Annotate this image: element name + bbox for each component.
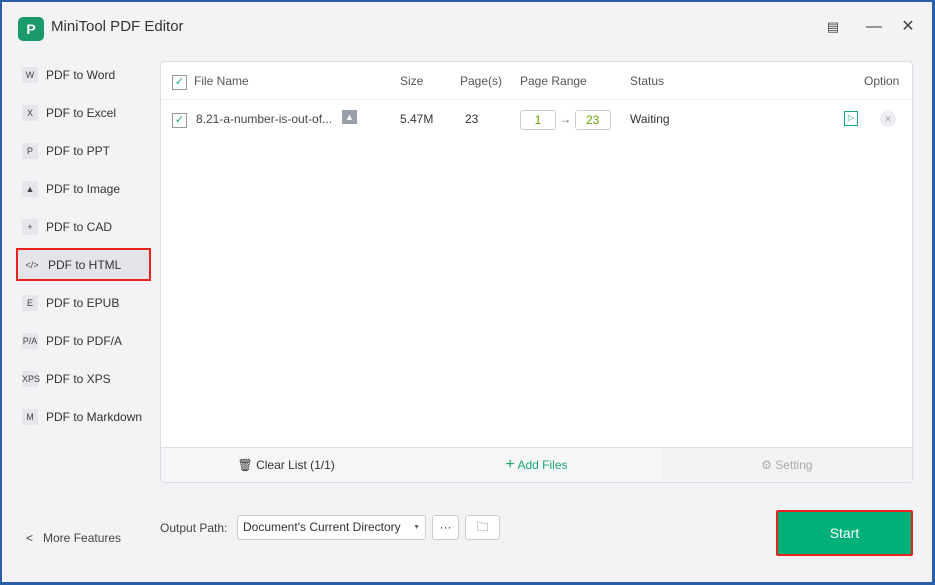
format-icon: + (22, 218, 38, 235)
sidebar-item-label: PDF to PPT (46, 143, 111, 158)
page-count: 23 (465, 112, 479, 126)
sidebar-item-pdf-to-epub[interactable]: E PDF to EPUB (16, 286, 151, 319)
sidebar-item-label: PDF to XPS (46, 371, 111, 386)
chevron-left-icon: < (26, 531, 34, 545)
add-files-button[interactable]: + Add Files (411, 448, 661, 482)
sidebar-item-label: PDF to HTML (48, 257, 122, 272)
output-path-select[interactable]: Document's Current Directory ▼ (237, 515, 426, 540)
file-status: Waiting (630, 112, 670, 126)
sidebar-item-pdf-to-word[interactable]: W PDF to Word (16, 58, 151, 91)
add-files-label: Add Files (517, 458, 568, 472)
file-size: 5.47M (400, 112, 434, 126)
format-icon: E (22, 294, 38, 311)
app-logo: P (18, 17, 44, 41)
more-features-button[interactable]: < More Features (26, 531, 121, 545)
sidebar-item-pdf-to-ppt[interactable]: P PDF to PPT (16, 134, 151, 167)
sidebar-item-pdf-to-image[interactable]: ▲ PDF to Image (16, 172, 151, 205)
clear-list-label: Clear List (1/1) (256, 458, 335, 472)
setting-label: Setting (775, 458, 813, 472)
sidebar-item-pdf-to-markdown[interactable]: M PDF to Markdown (16, 400, 151, 433)
table-header: ✓ File Name Size Page(s) Page Range Stat… (161, 62, 912, 100)
header-size: Size (400, 74, 424, 88)
folder-icon: 🗀 (476, 520, 489, 534)
sidebar-item-pdf-to-pdf-a[interactable]: P/A PDF to PDF/A (16, 324, 151, 357)
list-toolbar: 🗑︎ Clear List (1/1) + Add Files ⚙ Settin… (161, 447, 912, 482)
format-icon: XPS (22, 370, 40, 387)
header-pages: Page(s) (460, 74, 503, 88)
setting-button[interactable]: ⚙ Setting (661, 448, 912, 482)
clear-list-button[interactable]: 🗑︎ Clear List (1/1) (161, 448, 411, 482)
sidebar-item-label: PDF to EPUB (46, 295, 120, 310)
sidebar-item-pdf-to-excel[interactable]: X PDF to Excel (16, 96, 151, 129)
format-icon: P (22, 142, 38, 159)
close-icon[interactable]: ✕ (897, 16, 919, 38)
gear-icon: ⚙ (761, 458, 772, 472)
table-row: ✓ 8.21-a-number-is-out-of... ▲ 5.47M 23 … (161, 100, 912, 138)
file-name: 8.21-a-number-is-out-of... (196, 112, 333, 126)
row-checkbox[interactable]: ✓ (172, 113, 187, 128)
sidebar-item-pdf-to-html[interactable]: </> PDF to HTML (16, 248, 151, 281)
range-from-input[interactable]: 1 (520, 109, 556, 130)
header-page-range: Page Range (520, 74, 587, 88)
range-arrow-icon: → (559, 112, 572, 126)
open-folder-button[interactable]: 🗀 (465, 515, 500, 540)
app-window: P MiniTool PDF Editor ▤ — ✕ W PDF to Word… (2, 2, 932, 582)
app-title: MiniTool PDF Editor (51, 18, 184, 35)
sidebar-item-label: PDF to Markdown (46, 409, 143, 424)
sidebar-item-pdf-to-cad[interactable]: + PDF to CAD (16, 210, 151, 243)
sidebar-item-label: PDF to Excel (46, 105, 117, 120)
sidebar-item-label: PDF to Image (46, 181, 121, 196)
browse-more-button[interactable]: ··· (432, 515, 459, 540)
format-icon: X (22, 104, 38, 121)
range-to-input[interactable]: 23 (574, 109, 611, 130)
sidebar-item-label: PDF to CAD (46, 219, 113, 234)
image-icon: ▲ (342, 110, 357, 124)
sidebar-item-label: PDF to PDF/A (46, 333, 123, 348)
play-icon[interactable]: ▷ (844, 111, 858, 126)
format-icon: M (22, 408, 38, 425)
header-status: Status (630, 74, 665, 88)
output-path-label: Output Path: (160, 521, 228, 535)
history-icon[interactable]: ▤ (822, 16, 844, 38)
minimize-icon[interactable]: — (863, 16, 885, 38)
format-icon: P/A (22, 332, 38, 349)
trash-icon: 🗑︎ (237, 458, 253, 472)
start-button[interactable]: Start (776, 510, 913, 556)
sidebar-item-label: PDF to Word (46, 67, 116, 82)
format-icon: </> (24, 256, 40, 273)
dropdown-arrow-icon: ▼ (413, 524, 420, 531)
select-all-checkbox[interactable]: ✓ (172, 75, 187, 90)
header-option: Option (864, 74, 900, 88)
plus-icon: + (505, 456, 515, 473)
output-path-value: Document's Current Directory (243, 520, 401, 534)
header-file-name: File Name (194, 74, 249, 88)
sidebar-item-pdf-to-xps[interactable]: XPS PDF to XPS (16, 362, 151, 395)
format-icon: ▲ (22, 180, 38, 197)
more-features-label: More Features (43, 531, 122, 545)
format-icon: W (22, 66, 38, 83)
remove-file-icon[interactable]: ✕ (880, 111, 896, 127)
file-list-panel: ✓ File Name Size Page(s) Page Range Stat… (160, 61, 913, 483)
